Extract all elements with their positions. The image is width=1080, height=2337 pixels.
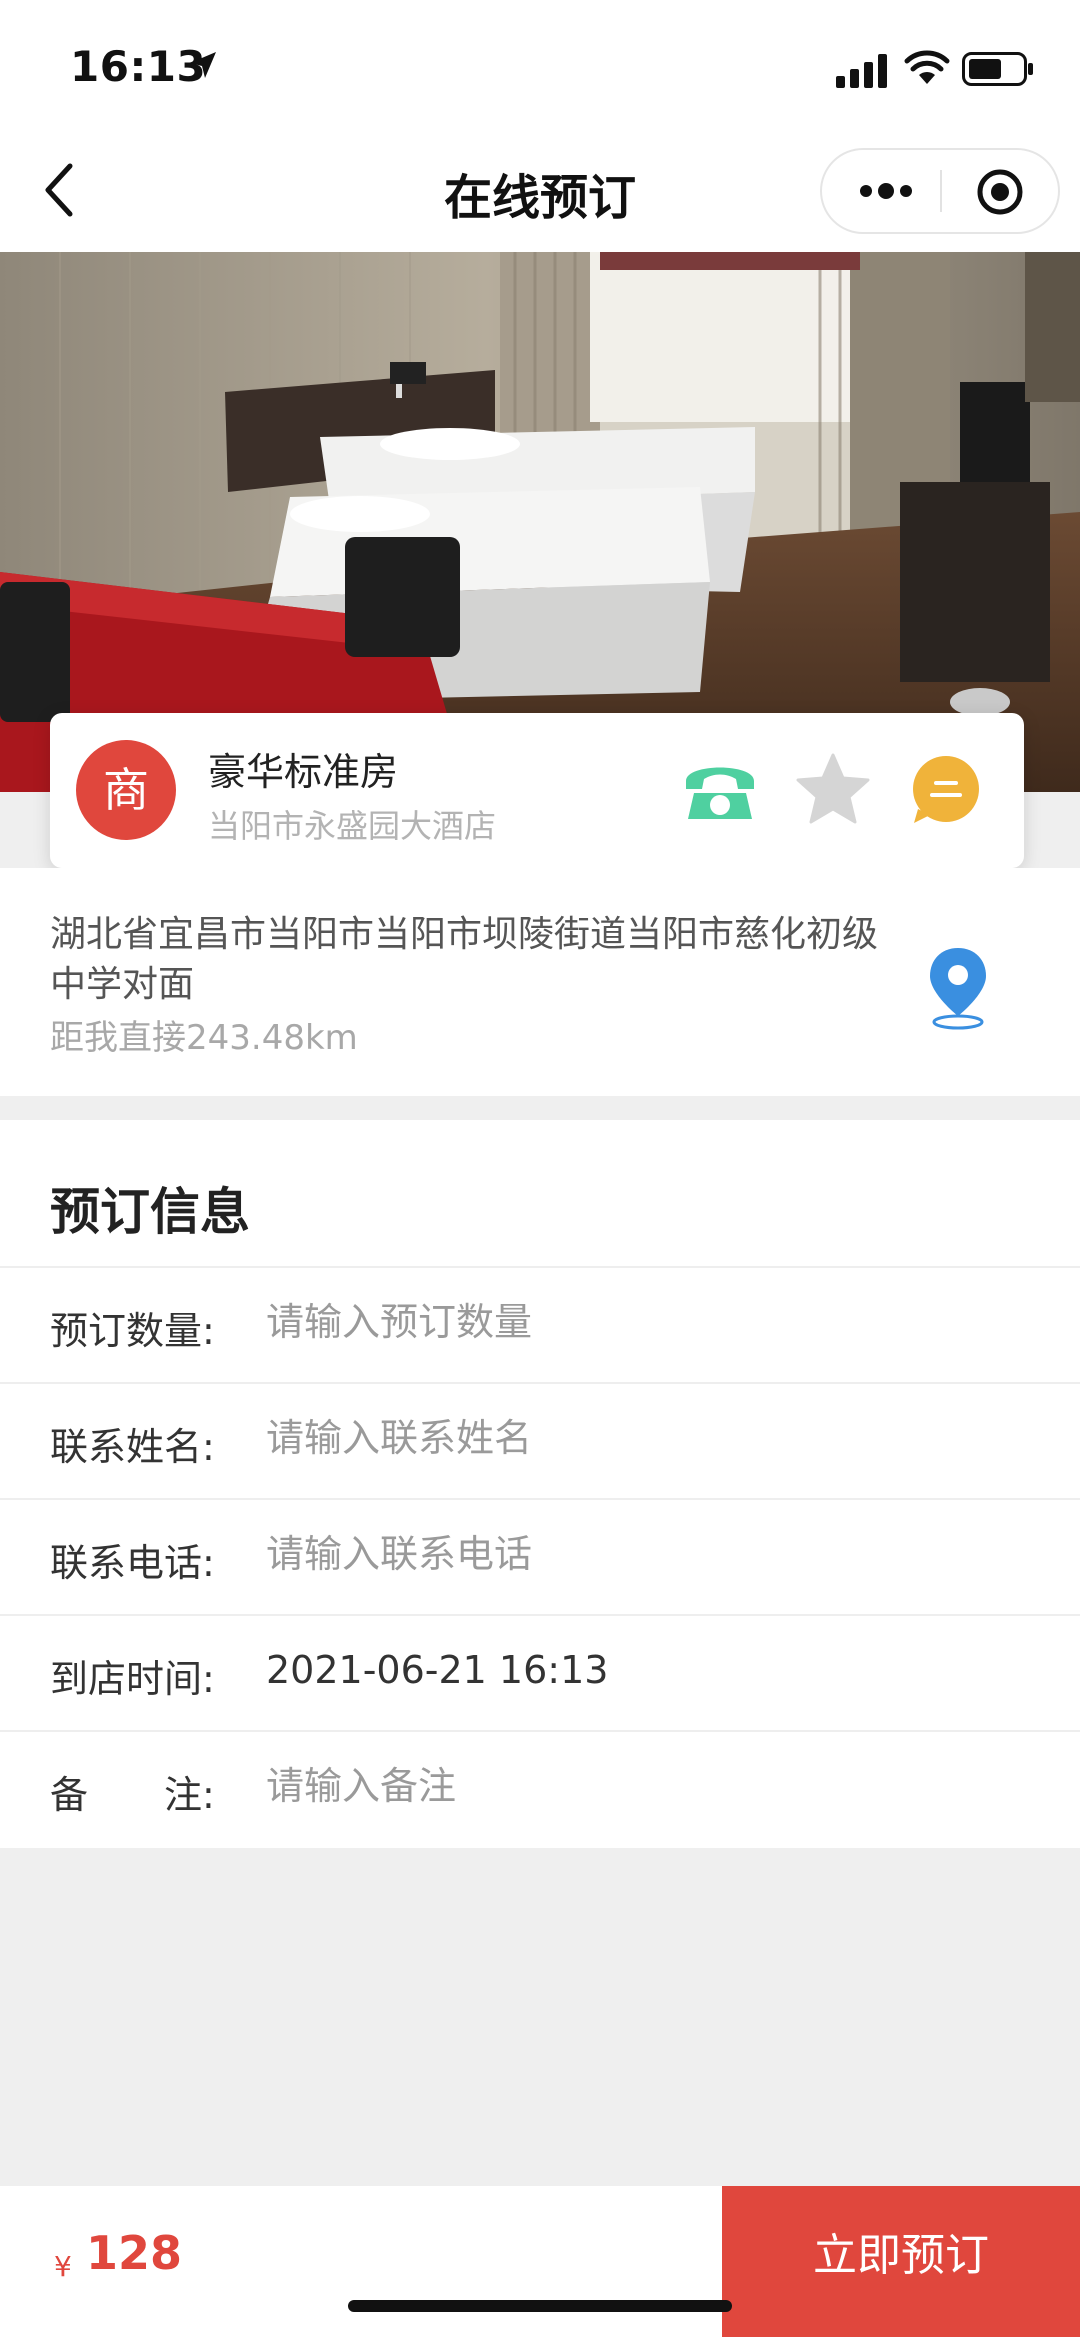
remarks-label: 备 注: (50, 1773, 215, 1817)
arrival-time-label: 到店时间: (50, 1657, 215, 1701)
row-contact-phone: 联系电话: (0, 1498, 1080, 1614)
home-indicator (348, 2300, 732, 2312)
contact-phone-label: 联系电话: (50, 1541, 215, 1585)
status-bar: 16:13 (0, 0, 1080, 130)
back-arrow-icon[interactable] (38, 160, 82, 220)
capsule-divider (940, 170, 942, 212)
row-quantity: 预订数量: (0, 1266, 1080, 1382)
contact-phone-input[interactable] (266, 1532, 1026, 1576)
book-now-button[interactable]: 立即预订 (722, 2186, 1080, 2337)
location-arrow-icon (190, 52, 216, 78)
address-section: 湖北省宜昌市当阳市当阳市坝陵街道当阳市慈化初级中学对面 距我直接243.48km (0, 868, 1080, 1096)
hotel-name: 当阳市永盛园大酒店 (208, 807, 497, 845)
chat-icon[interactable] (910, 755, 982, 825)
shop-avatar: 商 (76, 740, 176, 840)
favorite-star-icon[interactable] (796, 751, 870, 825)
booking-title: 预订信息 (50, 1183, 250, 1241)
status-time: 16:13 (70, 42, 207, 91)
booking-section: 预订信息 预订数量: 联系姓名: 联系电话: 到店时间: 2021-06-21 … (0, 1120, 1080, 1848)
row-arrival-time: 到店时间: 2021-06-21 16:13 (0, 1614, 1080, 1730)
contact-name-input[interactable] (266, 1416, 1026, 1460)
cellular-signal-icon (836, 54, 887, 88)
bottom-bar: ¥ 128 立即预订 (0, 2186, 1080, 2337)
wifi-icon (904, 50, 950, 84)
contact-name-label: 联系姓名: (50, 1425, 215, 1469)
mini-program-capsule (820, 148, 1060, 234)
distance-text: 距我直接243.48km (50, 1018, 358, 1058)
close-target-icon[interactable] (976, 168, 1024, 216)
phone-icon[interactable] (680, 753, 760, 823)
more-dots-icon[interactable] (856, 176, 916, 206)
row-remarks: 备 注: (0, 1730, 1080, 1846)
price: 128 (86, 2226, 183, 2280)
shop-card: 商 豪华标准房 当阳市永盛园大酒店 (50, 713, 1024, 868)
battery-icon (962, 52, 1033, 86)
currency-symbol: ¥ (54, 2250, 72, 2283)
room-name: 豪华标准房 (208, 750, 399, 794)
room-photo (0, 252, 1080, 792)
map-pin-icon[interactable] (926, 946, 990, 1030)
hotel-address: 湖北省宜昌市当阳市当阳市坝陵街道当阳市慈化初级中学对面 (50, 914, 879, 1005)
row-contact-name: 联系姓名: (0, 1382, 1080, 1498)
quantity-label: 预订数量: (50, 1309, 215, 1353)
arrival-time-picker[interactable]: 2021-06-21 16:13 (266, 1648, 1026, 1692)
quantity-input[interactable] (266, 1300, 1026, 1344)
remarks-input[interactable] (266, 1764, 1026, 1808)
nav-bar: 在线预订 (0, 130, 1080, 252)
